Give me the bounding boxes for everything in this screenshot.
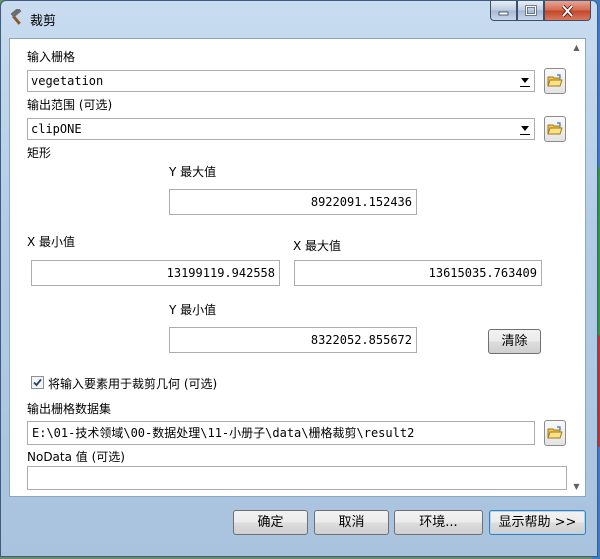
output-raster-input[interactable]: E:\01-技术领域\00-数据处理\11-小册子\data\栅格裁剪\resu… — [27, 421, 535, 445]
close-icon — [561, 4, 574, 17]
output-extent-browse-button[interactable] — [544, 116, 566, 142]
output-raster-label: 输出栅格数据集 — [27, 402, 112, 416]
maximize-button[interactable] — [517, 1, 544, 21]
y-min-label: Y 最小值 — [169, 303, 217, 317]
chevron-down-icon — [520, 75, 530, 87]
close-button[interactable] — [544, 1, 591, 21]
maximize-icon — [524, 5, 537, 16]
folder-icon — [547, 426, 563, 439]
window-title: 裁剪 — [30, 14, 57, 29]
input-raster-label: 输入栅格 — [27, 50, 76, 64]
y-max-label: Y 最大值 — [169, 165, 217, 179]
output-raster-browse-button[interactable] — [544, 420, 566, 446]
caption-buttons — [490, 1, 591, 23]
title-bar[interactable]: 裁剪 — [1, 1, 597, 31]
minimize-button[interactable] — [490, 1, 517, 21]
input-raster-browse-button[interactable] — [544, 68, 566, 94]
nodata-input[interactable] — [27, 466, 567, 490]
input-raster-dropdown[interactable]: vegetation — [27, 70, 535, 92]
scroll-down-arrow[interactable]: ▼ — [570, 482, 583, 492]
x-max-input[interactable]: 13615035.763409 — [294, 260, 542, 286]
hammer-icon — [10, 9, 22, 25]
x-max-label: X 最大值 — [293, 239, 342, 253]
use-features-checkbox[interactable] — [31, 376, 44, 389]
output-extent-dropdown[interactable]: clipONE — [27, 118, 535, 140]
y-min-input[interactable]: 8322052.855672 — [169, 327, 417, 353]
clip-dialog: 裁剪 ▲ ▼ 输入栅格 vegetation 输出范围 (可选) clipONE… — [0, 0, 598, 557]
chevron-down-icon — [520, 123, 530, 135]
rectangle-label: 矩形 — [27, 146, 52, 160]
nodata-label: NoData 值 (可选) — [27, 450, 125, 464]
show-help-button[interactable]: 显示帮助 >> — [489, 510, 586, 535]
output-extent-value: clipONE — [31, 122, 82, 136]
parameters-panel: ▲ ▼ 输入栅格 vegetation 输出范围 (可选) clipONE 矩形… — [9, 38, 586, 497]
x-min-input[interactable]: 13199119.942558 — [31, 260, 280, 286]
ok-button[interactable]: 确定 — [233, 510, 308, 535]
x-min-label: X 最小值 — [27, 235, 76, 249]
input-raster-value: vegetation — [31, 74, 104, 88]
output-extent-label: 输出范围 (可选) — [27, 98, 113, 112]
y-max-input[interactable]: 8922091.152436 — [169, 189, 417, 215]
folder-icon — [547, 122, 563, 135]
cancel-button[interactable]: 取消 — [314, 510, 389, 535]
minimize-icon — [498, 11, 509, 15]
folder-icon — [547, 74, 563, 87]
environments-button[interactable]: 环境... — [394, 510, 483, 535]
use-features-label: 将输入要素用于裁剪几何 (可选) — [48, 377, 218, 391]
checkmark-icon — [33, 378, 42, 387]
scroll-up-arrow[interactable]: ▲ — [570, 43, 583, 53]
clear-button[interactable]: 清除 — [488, 329, 541, 354]
